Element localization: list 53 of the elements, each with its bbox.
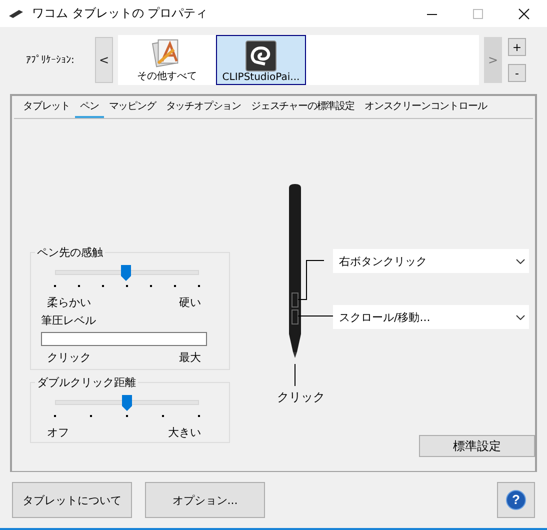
- tip-label: クリック: [277, 389, 325, 406]
- tick-mark: [54, 415, 56, 417]
- slider-thumb[interactable]: [120, 265, 131, 281]
- tab[interactable]: タブレット: [18, 96, 76, 118]
- min-label: 柔らかい: [47, 295, 91, 310]
- leader-line: [298, 315, 334, 317]
- tick-mark: [102, 285, 104, 287]
- tick-mark: [54, 285, 56, 287]
- dropdown[interactable]: 右ボタンクリック: [333, 249, 529, 273]
- close-icon[interactable]: [518, 8, 530, 20]
- min-label: オフ: [47, 425, 69, 440]
- tick-mark: [150, 285, 152, 287]
- slider-thumb[interactable]: [122, 395, 132, 411]
- chevron-down-icon: [516, 258, 525, 264]
- leader-line: [294, 364, 296, 386]
- pressure-label: 筆圧レベル: [41, 313, 97, 328]
- tick-mark: [174, 285, 176, 287]
- tab[interactable]: オンスクリーンコントロール: [359, 96, 492, 118]
- slider[interactable]: [55, 395, 199, 411]
- app-icon: [245, 40, 277, 72]
- applications-label: ｱﾌﾟﾘｹｰｼｮﾝ:: [25, 54, 76, 66]
- max-label: 大きい: [168, 425, 201, 440]
- tab[interactable]: マッピング: [104, 96, 161, 118]
- about-button[interactable]: タブレットについて: [12, 482, 132, 518]
- help-button[interactable]: ?: [497, 482, 535, 518]
- tick-mark: [126, 285, 128, 287]
- tick-mark: [90, 415, 92, 417]
- scroll-left-button[interactable]: <: [95, 37, 113, 83]
- tab[interactable]: タッチオプション: [160, 96, 246, 118]
- application-item[interactable]: その他すべて: [122, 35, 212, 85]
- tick-mark: [126, 415, 128, 417]
- tick-mark: [198, 285, 200, 287]
- tab[interactable]: ジェスチャーの標準設定: [246, 96, 360, 118]
- remove-button[interactable]: -: [508, 64, 526, 82]
- pen-icon: [8, 8, 24, 18]
- application-item[interactable]: CLIPStudioPai...: [216, 35, 306, 85]
- group-title: ダブルクリック距離: [35, 375, 138, 390]
- max-label: 最大: [179, 350, 201, 365]
- min-label: クリック: [47, 350, 91, 365]
- options-button[interactable]: オプション...: [145, 482, 265, 518]
- default-button[interactable]: 標準設定: [419, 435, 535, 457]
- tick-mark: [162, 415, 164, 417]
- dropdown[interactable]: スクロール/移動...: [333, 305, 529, 329]
- tab[interactable]: ペン: [75, 96, 104, 118]
- tick-mark: [198, 415, 200, 417]
- add-button[interactable]: +: [508, 38, 526, 56]
- tick-mark: [78, 285, 80, 287]
- window-title: ワコム タブレットの プロパティ: [32, 5, 208, 22]
- leader-line: [298, 260, 324, 300]
- max-label: 硬い: [179, 295, 201, 310]
- slider[interactable]: [55, 265, 199, 281]
- group-title: ペン先の感触: [35, 245, 105, 260]
- chevron-down-icon: [516, 314, 525, 320]
